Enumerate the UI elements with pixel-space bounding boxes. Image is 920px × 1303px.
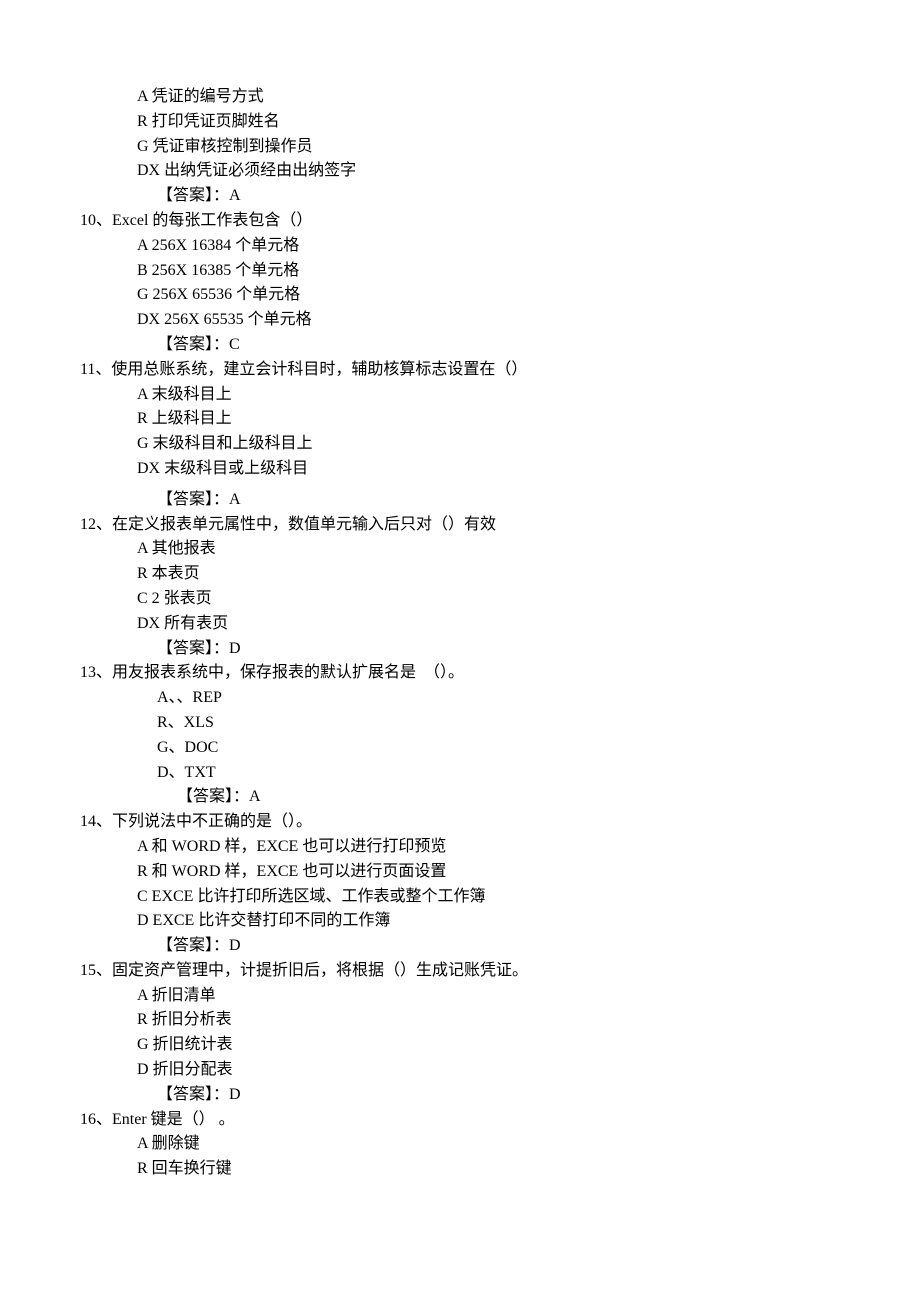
option-b: R 上级科目上: [137, 407, 840, 432]
option-a: A 末级科目上: [137, 383, 840, 408]
question-14-options: A 和 WORD 样，EXCE 也可以进行打印预览 R 和 WORD 样，EXC…: [80, 835, 840, 934]
option-b: R 和 WORD 样，EXCE 也可以进行页面设置: [137, 860, 840, 885]
option-b: R、XLS: [157, 711, 840, 736]
answer-10: 【答案】：C: [80, 333, 840, 358]
answer-15: 【答案】：D: [80, 1083, 840, 1108]
question-16-options: A 删除键 R 回车换行键: [80, 1132, 840, 1182]
question-12-options: A 其他报表 R 本表页 C 2 张表页 DX 所有表页: [80, 537, 840, 636]
answer-13: 【答案】：A: [80, 785, 840, 810]
answer-14: 【答案】：D: [80, 934, 840, 959]
option-c: C 2 张表页: [137, 587, 840, 612]
option-c: G、DOC: [157, 736, 840, 761]
option-c: G 凭证审核控制到操作员: [137, 135, 840, 160]
question-10-options: A 256X 16384 个单元格 B 256X 16385 个单元格 G 25…: [80, 234, 840, 333]
option-b: R 本表页: [137, 562, 840, 587]
option-a: A 删除键: [137, 1132, 840, 1157]
option-a: A 和 WORD 样，EXCE 也可以进行打印预览: [137, 835, 840, 860]
question-15-options: A 折旧清单 R 折旧分析表 G 折旧统计表 D 折旧分配表: [80, 984, 840, 1083]
question-13-stem: 13、用友报表系统中，保存报表的默认扩展名是 （）。: [80, 661, 840, 686]
option-d: D 折旧分配表: [137, 1058, 840, 1083]
document-page: A 凭证的编号方式 R 打印凭证页脚姓名 G 凭证审核控制到操作员 DX 出纳凭…: [0, 0, 920, 1303]
question-9-options: A 凭证的编号方式 R 打印凭证页脚姓名 G 凭证审核控制到操作员 DX 出纳凭…: [80, 85, 840, 184]
option-d: D EXCE 比许交替打印不同的工作簿: [137, 909, 840, 934]
question-13-options: A、、REP R、XLS G、DOC D、TXT: [80, 686, 840, 785]
question-11-stem: 11、使用总账系统，建立会计科目时，辅助核算标志设置在（）: [80, 358, 840, 383]
option-a: A 其他报表: [137, 537, 840, 562]
option-c: G 折旧统计表: [137, 1033, 840, 1058]
option-c: G 末级科目和上级科目上: [137, 432, 840, 457]
answer-11: 【答案】：A: [80, 488, 840, 513]
option-d: DX 所有表页: [137, 612, 840, 637]
question-11-options: A 末级科目上 R 上级科目上 G 末级科目和上级科目上 DX 末级科目或上级科…: [80, 383, 840, 482]
answer-9: 【答案】：A: [80, 184, 840, 209]
option-d: D、TXT: [157, 761, 840, 786]
option-a: A、、REP: [157, 686, 840, 711]
option-a: A 凭证的编号方式: [137, 85, 840, 110]
question-14-stem: 14、下列说法中不正确的是（）。: [80, 810, 840, 835]
option-d: DX 出纳凭证必须经由出纳签字: [137, 159, 840, 184]
option-b: B 256X 16385 个单元格: [137, 259, 840, 284]
option-d: DX 末级科目或上级科目: [137, 457, 840, 482]
option-a: A 256X 16384 个单元格: [137, 234, 840, 259]
option-b: R 折旧分析表: [137, 1008, 840, 1033]
option-c: G 256X 65536 个单元格: [137, 283, 840, 308]
option-d: DX 256X 65535 个单元格: [137, 308, 840, 333]
question-10-stem: 10、Excel 的每张工作表包含（）: [80, 209, 840, 234]
answer-12: 【答案】：D: [80, 637, 840, 662]
option-c: C EXCE 比许打印所选区域、工作表或整个工作簿: [137, 885, 840, 910]
question-16-stem: 16、Enter 键是（） 。: [80, 1108, 840, 1133]
option-b: R 回车换行键: [137, 1157, 840, 1182]
question-12-stem: 12、在定义报表单元属性中，数值单元输入后只对（）有效: [80, 513, 840, 538]
option-b: R 打印凭证页脚姓名: [137, 110, 840, 135]
option-a: A 折旧清单: [137, 984, 840, 1009]
question-15-stem: 15、固定资产管理中，计提折旧后，将根据（）生成记账凭证。: [80, 959, 840, 984]
